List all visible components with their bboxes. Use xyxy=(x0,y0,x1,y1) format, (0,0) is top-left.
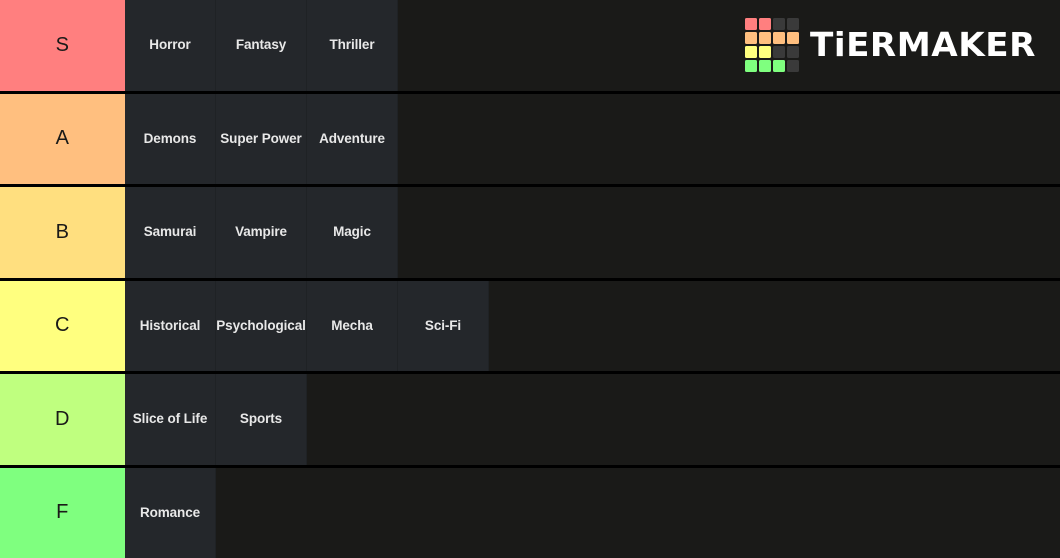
tiermaker-logo-grid-icon xyxy=(745,18,799,73)
logo-grid-cell xyxy=(773,18,785,31)
svg-text:TiERMAKER: TiERMAKER xyxy=(810,25,1036,64)
logo-grid-cell xyxy=(745,60,757,73)
tiermaker-logo[interactable]: TiERMAKER xyxy=(745,18,1038,73)
logo-grid-cell xyxy=(787,46,799,59)
tier-items-f[interactable]: Romance xyxy=(125,467,1060,558)
tier-label-d[interactable]: D xyxy=(0,374,125,465)
tier-row-f: F Romance xyxy=(0,467,1060,558)
tier-item[interactable]: Samurai xyxy=(125,187,216,278)
tier-item[interactable]: Thriller xyxy=(307,0,398,91)
logo-grid-cell xyxy=(745,18,757,31)
logo-grid-cell xyxy=(787,32,799,45)
tier-item[interactable]: Sports xyxy=(216,374,307,465)
tier-item[interactable]: Romance xyxy=(125,467,216,558)
logo-grid-cell xyxy=(745,46,757,59)
tier-row-a: A Demons Super Power Adventure xyxy=(0,93,1060,187)
logo-grid-cell xyxy=(773,46,785,59)
tier-item[interactable]: Historical xyxy=(125,280,216,371)
logo-grid-cell xyxy=(787,60,799,73)
tier-item[interactable]: Adventure xyxy=(307,93,398,184)
tier-list-board: S Horror Fantasy Thriller TiERMAKER A Demons Su… xyxy=(0,0,1060,558)
logo-grid-cell xyxy=(773,32,785,45)
tier-items-d[interactable]: Slice of Life Sports xyxy=(125,374,1060,465)
tiermaker-wordmark: TiERMAKER xyxy=(810,25,1038,65)
logo-grid-cell xyxy=(745,32,757,45)
logo-grid-cell xyxy=(759,60,771,73)
tier-label-b[interactable]: B xyxy=(0,187,125,278)
logo-grid-cell xyxy=(773,60,785,73)
tier-item[interactable]: Magic xyxy=(307,187,398,278)
logo-grid-cell xyxy=(759,46,771,59)
tier-item[interactable]: Mecha xyxy=(307,280,398,371)
tier-items-b[interactable]: Samurai Vampire Magic xyxy=(125,187,1060,278)
tier-item[interactable]: Vampire xyxy=(216,187,307,278)
tier-row-d: D Slice of Life Sports xyxy=(0,374,1060,468)
tier-items-c[interactable]: Historical Psychological Mecha Sci-Fi xyxy=(125,280,1060,371)
logo-grid-cell xyxy=(787,18,799,31)
tier-item[interactable]: Super Power xyxy=(216,93,307,184)
tier-item[interactable]: Fantasy xyxy=(216,0,307,91)
tier-item[interactable]: Horror xyxy=(125,0,216,91)
tier-item[interactable]: Slice of Life xyxy=(125,374,216,465)
tier-item[interactable]: Psychological xyxy=(216,280,307,371)
tier-label-f[interactable]: F xyxy=(0,467,125,558)
tier-label-a[interactable]: A xyxy=(0,93,125,184)
tier-label-c[interactable]: C xyxy=(0,280,125,371)
logo-grid-cell xyxy=(759,18,771,31)
tier-row-s: S Horror Fantasy Thriller TiERMAKER xyxy=(0,0,1060,94)
tier-label-s[interactable]: S xyxy=(0,0,125,91)
tier-row-b: B Samurai Vampire Magic xyxy=(0,187,1060,281)
logo-grid-cell xyxy=(759,32,771,45)
tier-row-c: C Historical Psychological Mecha Sci-Fi xyxy=(0,280,1060,374)
tier-item[interactable]: Demons xyxy=(125,93,216,184)
tier-items-a[interactable]: Demons Super Power Adventure xyxy=(125,93,1060,184)
tier-item[interactable]: Sci-Fi xyxy=(398,280,489,371)
